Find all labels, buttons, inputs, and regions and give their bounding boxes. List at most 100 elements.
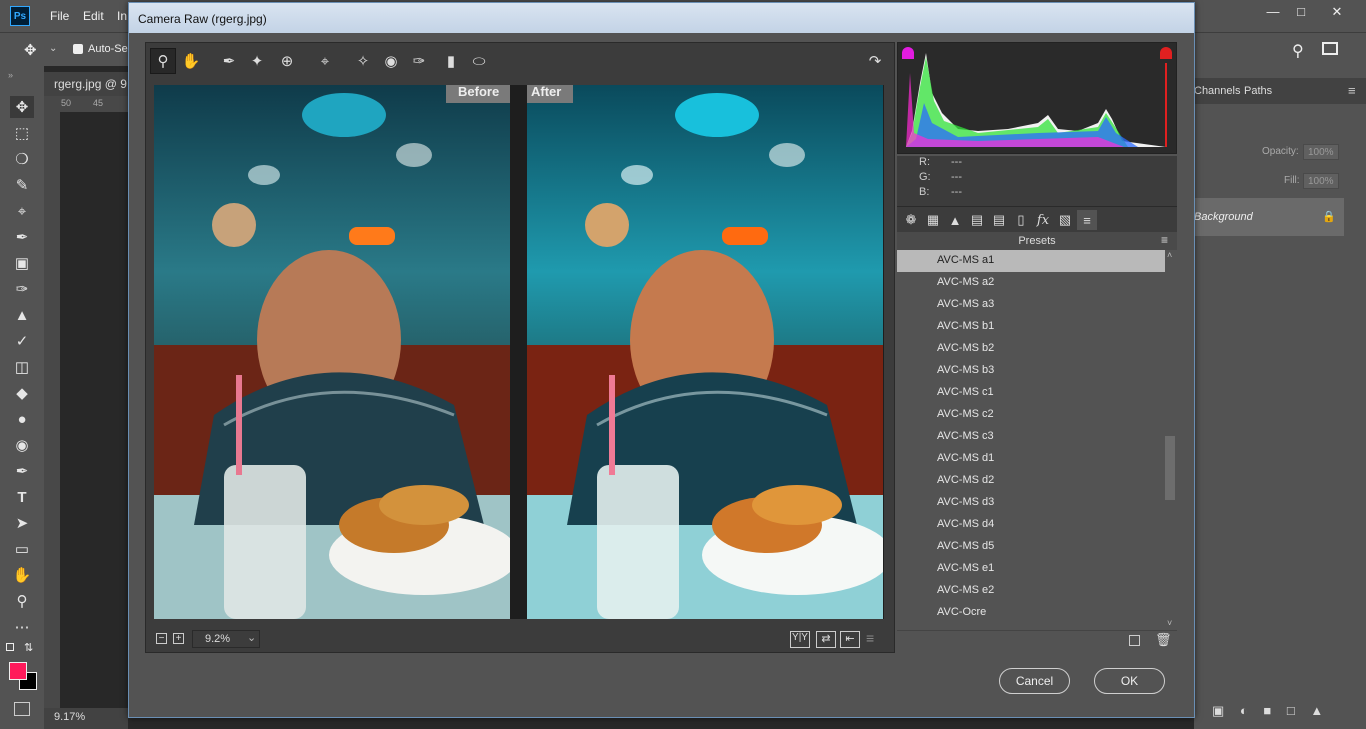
menu-file[interactable]: File [50, 9, 69, 23]
default-colors-icon[interactable] [6, 643, 14, 651]
move-tool-icon[interactable]: ✥ [10, 96, 34, 118]
radial-filter-icon[interactable]: ⬭ [466, 48, 492, 74]
brush-tool-icon[interactable]: ✑ [10, 278, 34, 300]
trash-icon[interactable]: 🗑 [1155, 632, 1172, 648]
trash-icon[interactable]: ▲ [1310, 703, 1323, 718]
chevron-down-icon[interactable]: ⌄ [49, 43, 57, 54]
panel-menu-icon[interactable]: ≡ [1348, 83, 1356, 98]
hand-tool-icon[interactable]: ✋ [178, 48, 204, 74]
crop-icon[interactable]: ⌖ [312, 48, 338, 74]
path-select-icon[interactable]: ➤ [10, 512, 34, 534]
fill-input[interactable]: 100% [1303, 173, 1339, 189]
preset-item[interactable]: AVC-MS d4 [897, 514, 1165, 536]
preset-item[interactable]: AVC-MS c3 [897, 426, 1165, 448]
eraser-tool-icon[interactable]: ◫ [10, 356, 34, 378]
shadow-clipping-icon[interactable] [902, 47, 914, 59]
scroll-down-icon[interactable]: ˅ [1167, 618, 1172, 628]
spot-removal-icon[interactable]: ✧ [350, 48, 376, 74]
marquee-tool-icon[interactable]: ⬚ [10, 122, 34, 144]
zoom-out-icon[interactable]: − [156, 633, 167, 644]
rectangle-tool-icon[interactable]: ▭ [10, 538, 34, 560]
restore-icon[interactable]: □ [1286, 4, 1316, 22]
presets-tab-icon[interactable]: ≡ [1077, 210, 1097, 230]
pen-tool-icon[interactable]: ✒ [10, 460, 34, 482]
preset-item[interactable]: AVC-MS b2 [897, 338, 1165, 360]
hand-tool-icon[interactable]: ✋ [10, 564, 34, 586]
healing-tool-icon[interactable]: ▣ [10, 252, 34, 274]
preset-item[interactable]: AVC-MS b1 [897, 316, 1165, 338]
opacity-input[interactable]: 100% [1303, 144, 1339, 160]
presets-menu-icon[interactable]: ≡ [1161, 233, 1168, 247]
hsl-icon[interactable]: ▤ [967, 210, 987, 230]
preset-item[interactable]: AVC-MS e2 [897, 580, 1165, 602]
toggle-settings-icon[interactable]: ≡ [866, 630, 874, 646]
type-tool-icon[interactable]: T [10, 486, 34, 508]
paint-bucket-icon[interactable]: ◆ [10, 382, 34, 404]
eyedropper-tool-icon[interactable]: ✒ [10, 226, 34, 248]
new-preset-icon[interactable] [1129, 635, 1140, 646]
graduated-filter-icon[interactable]: ▮ [438, 48, 464, 74]
more-tools-icon[interactable]: ⋯ [10, 616, 34, 638]
blur-tool-icon[interactable]: ● [10, 408, 34, 430]
auto-select-checkbox[interactable] [73, 44, 83, 54]
preset-item[interactable]: AVC-MS a1 [897, 250, 1165, 272]
preset-item[interactable]: AVC-MS e1 [897, 558, 1165, 580]
history-brush-icon[interactable]: ✓ [10, 330, 34, 352]
menu-edit[interactable]: Edit [83, 9, 104, 23]
preset-item[interactable]: AVC-MS d2 [897, 470, 1165, 492]
layer-row[interactable]: Background 🔒 [1194, 198, 1344, 236]
menu-image[interactable]: In [117, 9, 127, 23]
swap-icon[interactable]: ⇄ [816, 631, 836, 648]
close-icon[interactable]: ✕ [1322, 4, 1352, 22]
minimize-icon[interactable]: — [1258, 4, 1288, 22]
red-eye-icon[interactable]: ◉ [378, 48, 404, 74]
preset-item[interactable]: AVC-Ocre [897, 602, 1165, 624]
lens-corrections-icon[interactable]: ▯ [1011, 210, 1031, 230]
preset-item[interactable]: AVC-MS b3 [897, 360, 1165, 382]
copy-settings-icon[interactable]: ⇤ [840, 631, 860, 648]
open-preferences-icon[interactable]: ↷ [862, 48, 888, 74]
mask-icon[interactable]: ▣ [1212, 703, 1224, 718]
split-toning-icon[interactable]: ▤ [989, 210, 1009, 230]
presets-scrollbar[interactable]: ˄ ˅ [1165, 250, 1175, 630]
lasso-tool-icon[interactable]: ❍ [10, 148, 34, 170]
ok-button[interactable]: OK [1094, 668, 1165, 694]
white-balance-icon[interactable]: ✒ [216, 48, 242, 74]
foreground-color-swatch[interactable] [9, 662, 27, 680]
tab-paths[interactable]: Paths [1244, 85, 1272, 97]
cancel-button[interactable]: Cancel [999, 668, 1070, 694]
tone-curve-icon[interactable]: ▦ [923, 210, 943, 230]
zoom-level-select[interactable]: 9.2% ⌄ [192, 630, 260, 648]
effects-icon[interactable]: fx [1033, 210, 1053, 230]
scroll-up-icon[interactable]: ˄ [1167, 250, 1172, 260]
workspace-icon[interactable] [1322, 42, 1338, 55]
folder-icon[interactable]: ■ [1263, 703, 1271, 718]
color-sampler-icon[interactable]: ✦ [244, 48, 270, 74]
detail-icon[interactable]: ▲ [945, 210, 965, 230]
dodge-tool-icon[interactable]: ◉ [10, 434, 34, 456]
preset-item[interactable]: AVC-MS c1 [897, 382, 1165, 404]
scrollbar-thumb[interactable] [1165, 436, 1175, 500]
adjustment-brush-icon[interactable]: ✑ [406, 48, 432, 74]
preset-item[interactable]: AVC-MS d3 [897, 492, 1165, 514]
zoom-tool-icon[interactable]: ⚲ [10, 590, 34, 612]
before-after-view-icon[interactable]: Y|Y [790, 631, 810, 648]
new-layer-icon[interactable]: □ [1287, 703, 1295, 718]
move-tool-icon[interactable]: ✥ [24, 41, 37, 59]
basic-panel-icon[interactable]: ❁ [901, 210, 921, 230]
preset-item[interactable]: AVC-MS a2 [897, 272, 1165, 294]
preset-item[interactable]: AVC-MS c2 [897, 404, 1165, 426]
crop-tool-icon[interactable]: ⌖ [10, 200, 34, 222]
adjustment-icon[interactable]: ◐ [1240, 703, 1248, 718]
document-tab[interactable]: rgerg.jpg @ 9 [44, 72, 128, 96]
preset-item[interactable]: AVC-MS d5 [897, 536, 1165, 558]
search-icon[interactable]: ⚲ [1292, 41, 1304, 61]
preset-item[interactable]: AVC-MS a3 [897, 294, 1165, 316]
collapse-icon[interactable]: » [8, 70, 13, 80]
targeted-adjust-icon[interactable]: ⊕ [274, 48, 300, 74]
status-zoom[interactable]: 9.17% [54, 711, 85, 723]
tab-channels[interactable]: Channels [1194, 85, 1240, 97]
camera-calibration-icon[interactable]: ▧ [1055, 210, 1075, 230]
zoom-in-icon[interactable]: + [173, 633, 184, 644]
quick-select-tool-icon[interactable]: ✎ [10, 174, 34, 196]
